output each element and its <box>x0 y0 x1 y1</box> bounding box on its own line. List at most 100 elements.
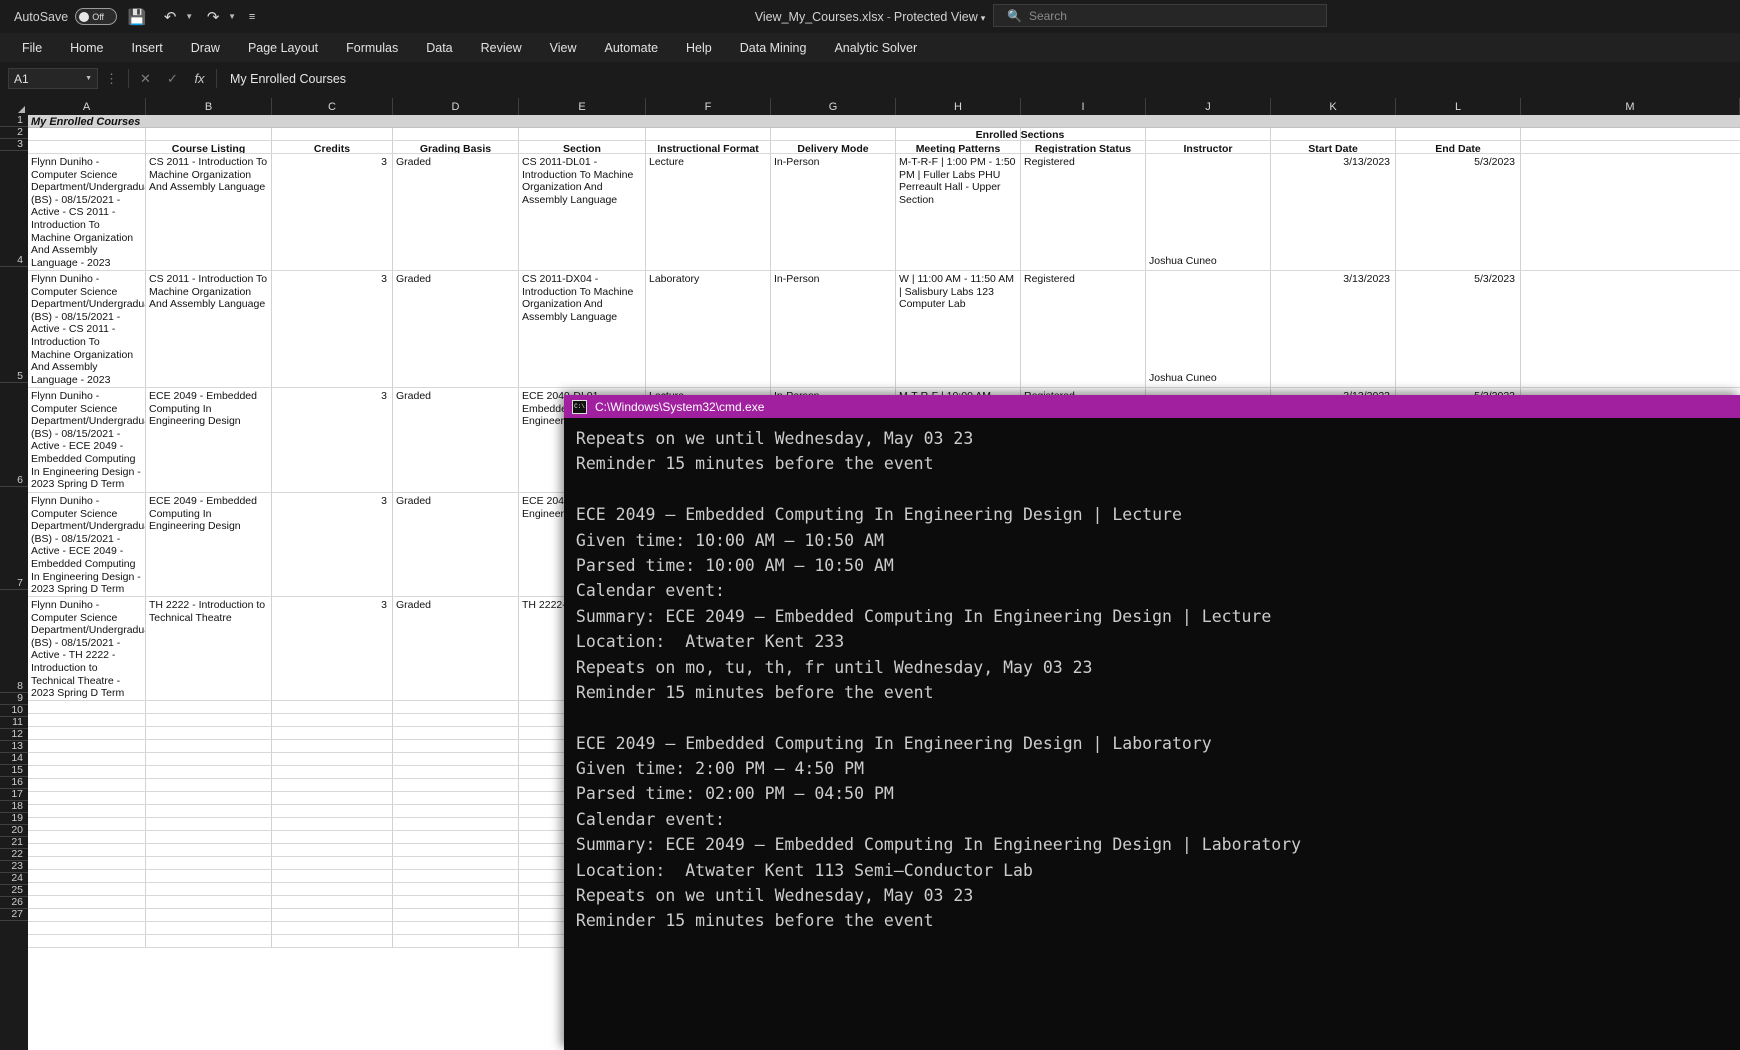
cell-my_courses[interactable]: Flynn Duniho - Computer Science Departme… <box>28 493 146 596</box>
cell-my_courses[interactable] <box>28 857 146 869</box>
cell-course_listing[interactable] <box>146 883 272 895</box>
cell-course_listing[interactable] <box>146 701 272 713</box>
cell-course_listing[interactable]: CS 2011 - Introduction To Machine Organi… <box>146 154 272 270</box>
cell-my_courses[interactable] <box>28 714 146 726</box>
cell-end_date[interactable]: 5/3/2023 <box>1396 271 1521 387</box>
cell-my_courses[interactable] <box>28 701 146 713</box>
cell-credits[interactable] <box>272 128 393 140</box>
cell-credits[interactable] <box>272 779 393 791</box>
row-header-27[interactable]: 27 <box>0 908 28 921</box>
header-row[interactable]: Course Listing Credits Grading Basis Sectio… <box>28 141 1740 154</box>
cell-credits[interactable] <box>272 896 393 908</box>
cell-my_courses[interactable] <box>28 779 146 791</box>
tab-help[interactable]: Help <box>672 37 726 59</box>
cell-meeting_patterns[interactable]: M-T-R-F | 1:00 PM - 1:50 PM | Fuller Lab… <box>896 154 1021 270</box>
cell-grading_basis[interactable] <box>393 714 519 726</box>
row-header-3[interactable]: 3 <box>0 138 28 151</box>
column-header-C[interactable]: C <box>272 98 393 115</box>
column-header-M[interactable]: M <box>1521 98 1740 115</box>
cell-grading_basis[interactable] <box>393 870 519 882</box>
cell-course_listing[interactable] <box>146 753 272 765</box>
cell-grading_basis[interactable] <box>393 701 519 713</box>
cell-course_listing[interactable] <box>146 792 272 804</box>
table-row[interactable]: Flynn Duniho - Computer Science Departme… <box>28 154 1740 271</box>
cell-instructional_format[interactable] <box>646 128 771 140</box>
cell-course_listing[interactable] <box>146 818 272 830</box>
cell-my_courses[interactable] <box>28 141 146 153</box>
enter-icon[interactable]: ✓ <box>159 71 186 87</box>
cell-my_courses[interactable]: Flynn Duniho - Computer Science Departme… <box>28 271 146 387</box>
cell-start_date[interactable]: 3/13/2023 <box>1271 154 1396 270</box>
spreadsheet-row-2[interactable] <box>28 128 1740 141</box>
row-header-6[interactable]: 6 <box>0 383 28 487</box>
tab-automate[interactable]: Automate <box>591 37 673 59</box>
cell-grading_basis[interactable]: Graded <box>393 388 519 492</box>
row-header-1[interactable]: 1 <box>0 114 28 127</box>
cell-grading_basis[interactable] <box>393 779 519 791</box>
select-all-corner[interactable] <box>0 98 28 115</box>
column-header-A[interactable]: A <box>28 98 146 115</box>
cell-credits[interactable] <box>272 844 393 856</box>
cell-credits[interactable] <box>272 701 393 713</box>
cell-course_listing[interactable] <box>146 779 272 791</box>
cell-course_listing[interactable] <box>146 805 272 817</box>
cell-course_listing[interactable] <box>146 128 272 140</box>
cell-my_courses[interactable] <box>28 792 146 804</box>
column-header-F[interactable]: F <box>646 98 771 115</box>
cell-my_courses[interactable] <box>28 128 146 140</box>
cell-meeting_patterns[interactable]: W | 11:00 AM - 11:50 AM | Salisbury Labs… <box>896 271 1021 387</box>
cell-instructor[interactable]: Joshua Cuneo <box>1146 154 1271 270</box>
cell-my_courses[interactable] <box>28 883 146 895</box>
tab-view[interactable]: View <box>536 37 591 59</box>
cell-credits[interactable] <box>272 935 393 947</box>
cell-my_courses[interactable] <box>28 935 146 947</box>
column-header-J[interactable]: J <box>1146 98 1271 115</box>
cell-grading_basis[interactable] <box>393 909 519 921</box>
cell-delivery_mode[interactable] <box>771 128 896 140</box>
cell-credits[interactable] <box>272 922 393 934</box>
cell-grading_basis[interactable]: Graded <box>393 154 519 270</box>
cell-my_courses[interactable] <box>28 922 146 934</box>
row-header-8[interactable]: 8 <box>0 590 28 693</box>
cell-course_listing[interactable] <box>146 740 272 752</box>
tab-insert[interactable]: Insert <box>118 37 177 59</box>
tab-home[interactable]: Home <box>56 37 117 59</box>
cell-credits[interactable] <box>272 740 393 752</box>
cell-course_listing[interactable] <box>146 922 272 934</box>
tab-review[interactable]: Review <box>467 37 536 59</box>
tab-formulas[interactable]: Formulas <box>332 37 412 59</box>
cell-my_courses[interactable] <box>28 805 146 817</box>
cell-grading_basis[interactable] <box>393 844 519 856</box>
cell-section[interactable]: CS 2011-DX04 - Introduction To Machine O… <box>519 271 646 387</box>
cell-credits[interactable] <box>272 753 393 765</box>
cell-course_listing[interactable] <box>146 714 272 726</box>
cell-credits[interactable] <box>272 805 393 817</box>
cell-registration_status[interactable]: Registered <box>1021 271 1146 387</box>
cell-start_date[interactable]: Start Date <box>1271 141 1396 153</box>
cell-credits[interactable]: 3 <box>272 493 393 596</box>
formula-input[interactable]: My Enrolled Courses <box>230 72 346 86</box>
cell-instructor[interactable] <box>1146 128 1271 140</box>
cell-grading_basis[interactable] <box>393 818 519 830</box>
column-header-G[interactable]: G <box>771 98 896 115</box>
cell-grading_basis[interactable]: Graded <box>393 493 519 596</box>
cell-grading_basis[interactable]: Graded <box>393 597 519 700</box>
cell-meeting_patterns[interactable]: Meeting Patterns <box>896 141 1021 153</box>
cell-instructor[interactable]: Joshua Cuneo <box>1146 271 1271 387</box>
cell-instructional_format[interactable]: Laboratory <box>646 271 771 387</box>
tab-data-mining[interactable]: Data Mining <box>726 37 821 59</box>
cell-course_listing[interactable]: ECE 2049 - Embedded Computing In Enginee… <box>146 493 272 596</box>
cell-credits[interactable] <box>272 831 393 843</box>
cell-end_date[interactable]: 5/3/2023 <box>1396 154 1521 270</box>
cell-credits[interactable]: 3 <box>272 154 393 270</box>
cell-course_listing[interactable]: TH 2222 - Introduction to Technical Thea… <box>146 597 272 700</box>
cell-my_courses[interactable] <box>28 727 146 739</box>
cell-my_courses[interactable] <box>28 909 146 921</box>
cell-credits[interactable]: 3 <box>272 388 393 492</box>
cell-my_courses[interactable] <box>28 818 146 830</box>
tab-file[interactable]: File <box>8 37 56 59</box>
column-header-D[interactable]: D <box>393 98 519 115</box>
tab-data[interactable]: Data <box>412 37 466 59</box>
cell-course_listing[interactable] <box>146 909 272 921</box>
sheet-title-cell[interactable]: My Enrolled Courses <box>31 115 140 128</box>
